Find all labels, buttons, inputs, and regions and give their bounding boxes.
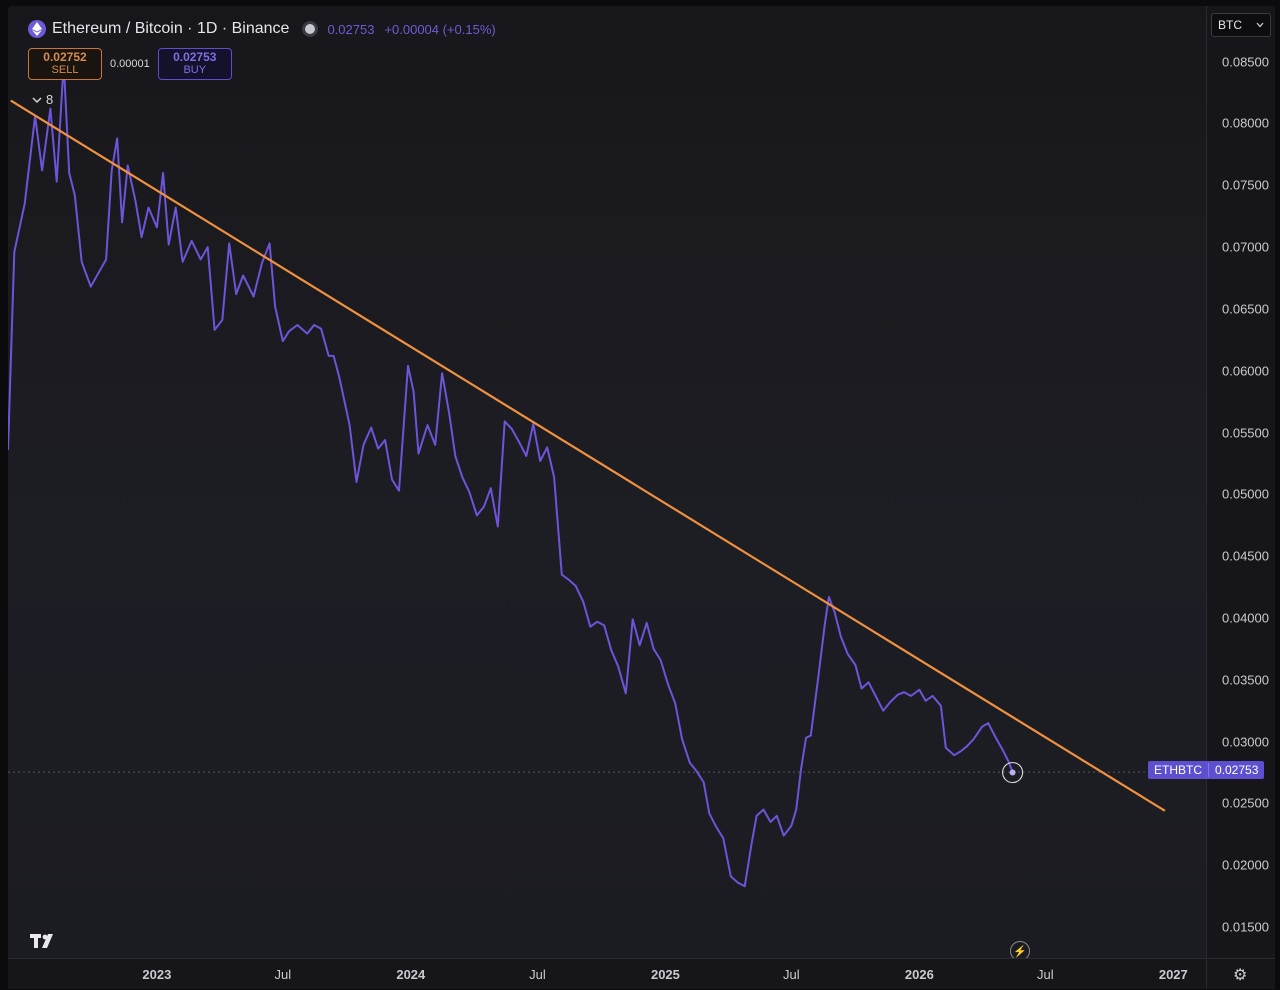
sell-button[interactable]: 0.02752 SELL	[28, 48, 102, 80]
x-tick-label: 2027	[1158, 967, 1188, 982]
axis-corner: ⚙	[1206, 958, 1275, 989]
x-tick-label: Jul	[529, 967, 546, 982]
chart-window: Ethereum / Bitcoin · 1D · Binance 0.0275…	[0, 0, 1280, 990]
x-tick-label: Jul	[1036, 967, 1054, 982]
lightning-icon[interactable]: ⚡	[1010, 941, 1030, 958]
indicators-toggle[interactable]: 8	[32, 92, 53, 107]
chevron-down-icon	[1256, 22, 1264, 28]
x-tick-label: 2024	[396, 967, 426, 982]
y-tick-label: 0.04000	[1222, 610, 1269, 626]
x-tick-label: 2025	[650, 967, 680, 982]
descending-trendline[interactable]	[10, 99, 1166, 812]
price-plot[interactable]	[8, 6, 1206, 958]
price-axis[interactable]: 0.01500 0.02000 0.02500 0.03000 0.03500 0.040…	[1206, 6, 1275, 958]
x-tick-label: 2026	[904, 967, 934, 982]
current-price-label: ETHBTC 0.02753	[1148, 761, 1265, 779]
market-status-icon	[305, 24, 316, 34]
symbol-title[interactable]: Ethereum / Bitcoin · 1D · Binance	[52, 20, 289, 38]
ethereum-icon	[28, 20, 46, 38]
sell-label: SELL	[51, 64, 79, 76]
buy-price: 0.02753	[173, 50, 217, 64]
x-tick-label: Jul	[274, 967, 292, 982]
header-price-change: +0.00004 (+0.15%)	[384, 21, 496, 37]
tradingview-logo[interactable]	[30, 932, 60, 955]
indicators-count: 8	[46, 92, 54, 107]
trade-panel: 0.02752 SELL 0.00001 0.02753 BUY	[28, 48, 232, 80]
y-tick-label: 0.07000	[1222, 239, 1269, 255]
buy-button[interactable]: 0.02753 BUY	[157, 48, 232, 80]
y-tick-label: 0.02000	[1222, 857, 1269, 873]
y-tick-label: 0.07500	[1222, 177, 1269, 193]
ethbtc-price-series	[8, 61, 1014, 888]
gear-icon[interactable]: ⚙	[1233, 965, 1247, 985]
y-tick-label: 0.03000	[1222, 734, 1269, 750]
y-tick-label: 0.08500	[1222, 54, 1269, 70]
symbol-header: Ethereum / Bitcoin · 1D · Binance 0.0275…	[28, 20, 496, 38]
x-tick-label: Jul	[783, 967, 800, 982]
y-tick-label: 0.02500	[1222, 795, 1269, 811]
y-tick-label: 0.04500	[1222, 548, 1269, 564]
y-tick-label: 0.05500	[1222, 425, 1269, 441]
currency-select[interactable]: BTC	[1211, 13, 1271, 37]
y-tick-label: 0.06000	[1222, 363, 1269, 379]
spread-value: 0.00001	[110, 58, 150, 70]
last-price-dot	[1009, 769, 1016, 776]
y-tick-label: 0.05000	[1222, 486, 1269, 502]
y-tick-label: 0.06500	[1222, 301, 1269, 317]
time-axis[interactable]: 2023 Jul 2024 Jul 2025 Jul 2026 Jul 2027	[8, 958, 1206, 989]
chevron-down-icon	[32, 96, 42, 103]
header-last-price: 0.02753	[327, 21, 375, 37]
chart-pane[interactable]: Ethereum / Bitcoin · 1D · Binance 0.0275…	[8, 6, 1206, 958]
y-tick-label: 0.01500	[1222, 919, 1269, 935]
currency-value: BTC	[1218, 18, 1242, 32]
price-label-symbol: ETHBTC	[1148, 763, 1209, 777]
y-tick-label: 0.08000	[1222, 115, 1269, 131]
x-tick-label: 2023	[142, 967, 172, 982]
y-tick-label: 0.03500	[1222, 672, 1269, 688]
buy-label: BUY	[183, 64, 207, 76]
price-label-value: 0.02753	[1215, 763, 1259, 777]
sell-price: 0.02752	[43, 50, 87, 64]
